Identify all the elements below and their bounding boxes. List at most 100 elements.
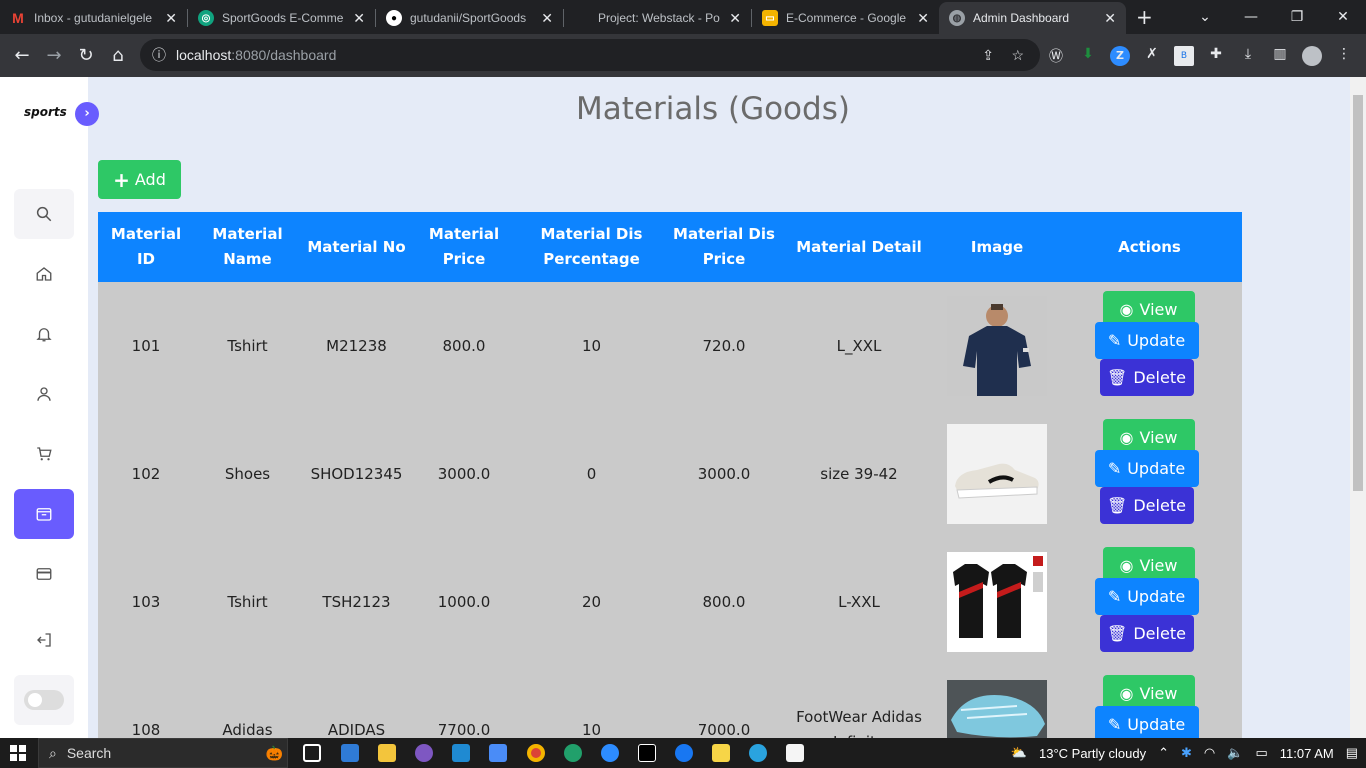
- extensions-puzzle-icon[interactable]: ✚: [1206, 46, 1226, 66]
- extension-b-icon[interactable]: B: [1174, 46, 1194, 66]
- user-icon: [37, 387, 51, 401]
- task-view-icon[interactable]: [303, 744, 321, 762]
- materials-icon: [36, 508, 52, 521]
- page-scrollbar[interactable]: [1350, 77, 1366, 738]
- cell-name: Shoes: [194, 410, 301, 538]
- file-explorer-icon[interactable]: [378, 744, 396, 762]
- logo: sports: [24, 105, 67, 119]
- close-tab-icon[interactable]: ✕: [353, 10, 365, 27]
- close-tab-icon[interactable]: ✕: [1104, 10, 1116, 27]
- sidebar-item-cart[interactable]: [14, 429, 74, 479]
- search-icon: [36, 206, 52, 222]
- volume-icon[interactable]: 🔈: [1227, 745, 1243, 761]
- forward-icon[interactable]: →: [38, 45, 70, 66]
- update-button[interactable]: ✎ Update: [1094, 450, 1199, 487]
- table-row: 101 Tshirt M21238 800.0 10 720.0 L_XXL ◉…: [98, 282, 1242, 410]
- cell-detail: FootWear Adidas Infinito: [781, 666, 937, 738]
- windows-start-icon[interactable]: [10, 745, 26, 761]
- col-material-id: Material ID: [98, 212, 194, 282]
- update-button[interactable]: ✎ Update: [1094, 706, 1199, 738]
- sidebar-item-users[interactable]: [14, 369, 74, 419]
- reload-icon[interactable]: ↻: [70, 45, 102, 66]
- notepad-icon[interactable]: [786, 744, 804, 762]
- sidebar-item-home[interactable]: [14, 249, 74, 299]
- tab-chatgpt[interactable]: ◎ SportGoods E-Comme ✕: [188, 2, 375, 34]
- share-icon[interactable]: ⇪: [982, 47, 994, 64]
- cell-id: 101: [98, 282, 194, 410]
- sidebar-item-materials[interactable]: [14, 489, 74, 539]
- add-material-button[interactable]: + Add: [98, 160, 181, 199]
- app-icon[interactable]: [489, 744, 507, 762]
- vscode-icon[interactable]: [452, 744, 470, 762]
- tab-google-slides[interactable]: ▭ E-Commerce - Google ✕: [752, 2, 939, 34]
- taskbar-search-input[interactable]: ⌕ Search 🎃: [38, 738, 288, 768]
- site-info-icon[interactable]: ⓘ: [152, 45, 166, 65]
- url-input[interactable]: ⓘ localhost:8080/dashboard ⇪ ☆: [140, 39, 1040, 71]
- delete-button[interactable]: 🗑 Delete: [1099, 487, 1194, 524]
- clock[interactable]: 11:07 AM: [1280, 746, 1334, 761]
- cell-price: 7700.0: [412, 666, 516, 738]
- sidebar-item-notifications[interactable]: [14, 309, 74, 359]
- show-hidden-icons[interactable]: ⌃: [1158, 745, 1169, 761]
- tab-admin-dashboard[interactable]: ◍ Admin Dashboard ✕: [939, 2, 1126, 34]
- extension-x-icon[interactable]: ✗: [1142, 46, 1162, 66]
- close-tab-icon[interactable]: ✕: [541, 10, 553, 27]
- extension-w-icon[interactable]: Ⓦ: [1046, 46, 1066, 66]
- wifi-icon[interactable]: ◠: [1204, 745, 1215, 761]
- home-browser-icon[interactable]: ⌂: [102, 45, 134, 66]
- side-panel-icon[interactable]: ▥: [1270, 46, 1290, 66]
- delete-button[interactable]: 🗑 Delete: [1099, 615, 1194, 652]
- close-window-icon[interactable]: ✕: [1320, 9, 1366, 25]
- delete-button[interactable]: 🗑 Delete: [1099, 359, 1194, 396]
- scrollbar-thumb[interactable]: [1353, 95, 1363, 491]
- cell-name: Adidas: [194, 666, 301, 738]
- new-tab-icon[interactable]: +: [1136, 5, 1153, 29]
- extension-download-icon[interactable]: ⬇: [1078, 46, 1098, 66]
- bluetooth-icon[interactable]: ✱: [1181, 745, 1192, 761]
- close-tab-icon[interactable]: ✕: [729, 10, 741, 27]
- weather-icon[interactable]: ⛅: [1011, 745, 1027, 761]
- github-desktop-icon[interactable]: [415, 744, 433, 762]
- cell-actions: ◉View ✎Update 🗑Delete: [1057, 538, 1242, 666]
- product-image-jersey: [947, 552, 1047, 652]
- card-icon: [36, 568, 52, 580]
- update-button[interactable]: ✎ Update: [1094, 578, 1199, 615]
- chrome-icon[interactable]: [527, 744, 545, 762]
- telegram-icon[interactable]: [749, 744, 767, 762]
- sticky-notes-icon[interactable]: [712, 744, 730, 762]
- back-icon[interactable]: ←: [6, 45, 38, 66]
- gmail-icon: M: [12, 10, 24, 26]
- tab-search-icon[interactable]: ⌄: [1182, 9, 1228, 25]
- halloween-icon: 🎃: [265, 744, 283, 761]
- dark-mode-switch[interactable]: [24, 690, 64, 710]
- zoom-icon[interactable]: [601, 744, 619, 762]
- eye-icon: ◉: [1119, 684, 1134, 703]
- row-actions: ◉View ✎Update 🗑Delete: [1070, 419, 1230, 529]
- cell-id: 102: [98, 410, 194, 538]
- extension-z-icon[interactable]: Z: [1110, 46, 1130, 66]
- tab-webstack[interactable]: Project: Webstack - Po ✕: [564, 2, 751, 34]
- close-tab-icon[interactable]: ✕: [165, 10, 177, 27]
- tab-github[interactable]: ● gutudanii/SportGoods ✕: [376, 2, 563, 34]
- dark-mode-toggle[interactable]: [14, 675, 74, 725]
- notifications-icon[interactable]: ▤: [1346, 745, 1358, 761]
- sidebar-item-payments[interactable]: [14, 549, 74, 599]
- restore-icon[interactable]: ❐: [1274, 9, 1320, 25]
- menu-icon[interactable]: ⋮: [1334, 46, 1354, 66]
- table-row: 102 Shoes SHOD12345 3000.0 0 3000.0 size…: [98, 410, 1242, 538]
- minimize-icon[interactable]: —: [1228, 9, 1274, 25]
- downloads-icon[interactable]: ⤓: [1238, 46, 1258, 66]
- close-tab-icon[interactable]: ✕: [917, 10, 929, 27]
- bookmark-star-icon[interactable]: ☆: [1011, 47, 1024, 64]
- tab-inbox[interactable]: M Inbox - gutudanielgele ✕: [0, 2, 187, 34]
- facebook-icon[interactable]: [675, 744, 693, 762]
- battery-icon[interactable]: ▭: [1255, 745, 1267, 761]
- sidebar-item-logout[interactable]: [14, 615, 74, 665]
- profile-avatar[interactable]: [1302, 46, 1322, 66]
- update-button[interactable]: ✎ Update: [1094, 322, 1199, 359]
- store-icon[interactable]: [341, 744, 359, 762]
- sidebar-search[interactable]: [14, 189, 74, 239]
- weather-text[interactable]: 13°C Partly cloudy: [1039, 746, 1146, 761]
- intellij-icon[interactable]: [638, 744, 656, 762]
- edge-icon[interactable]: [564, 744, 582, 762]
